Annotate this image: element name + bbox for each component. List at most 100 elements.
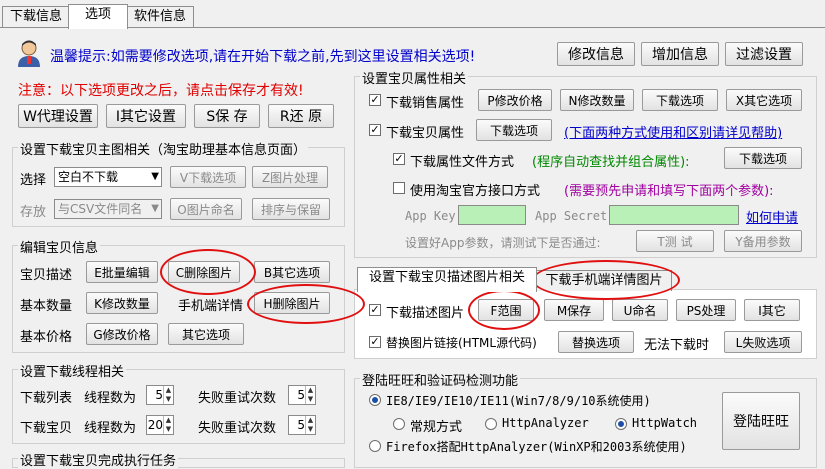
o-image-rename-button[interactable]: O图片命名 [170, 198, 242, 220]
modify-info-button[interactable]: 修改信息 [557, 42, 635, 66]
firefox-radio-label: Firefox搭配HttpAnalyzer(WinXP和2003系统使用) [386, 440, 687, 454]
proxy-settings-button[interactable]: W代理设置 [18, 104, 98, 128]
list-label: 下载列表 [20, 391, 73, 406]
tab-options[interactable]: 选项 [68, 4, 128, 29]
restore-button[interactable]: R还 原 [268, 104, 334, 128]
ie-radio[interactable] [369, 394, 381, 406]
cannot-download-label: 无法下载时 [644, 338, 710, 353]
desc-image-label: 下载描述图片 [386, 306, 465, 321]
h-delete-image-button[interactable]: H删除图片 [254, 292, 330, 314]
item-thread-label: 线程数为 [84, 421, 137, 436]
checkmark-icon: ✓ [370, 335, 380, 348]
normal-radio[interactable] [393, 418, 405, 430]
app-secret-input[interactable] [609, 205, 739, 225]
sales-attr-label: 下载销售属性 [386, 96, 465, 111]
u-name-button[interactable]: U命名 [612, 299, 668, 321]
spin-arrows-icon[interactable]: ▲ ▼ [305, 416, 315, 434]
item-attr-label: 下载宝贝属性 [386, 126, 465, 141]
item-thread-stepper[interactable]: 20 ▲ ▼ [146, 415, 174, 435]
delete-image-button[interactable]: C删除图片 [168, 261, 240, 283]
main-image-select[interactable]: 空白不下载 ▼ [54, 167, 162, 187]
t-test-button[interactable]: T测 试 [636, 230, 714, 252]
v-download-options-button[interactable]: V下载选项 [170, 166, 246, 188]
price-label: 基本价格 [20, 330, 73, 345]
item-label: 下载宝贝 [20, 421, 73, 436]
b-other-options-button[interactable]: B其它选项 [254, 261, 330, 283]
sales-attr-checkbox[interactable]: ✓ [369, 94, 381, 106]
item-retry-value: 5 [297, 418, 305, 432]
replace-link-checkbox[interactable]: ✓ [369, 336, 381, 348]
api-mode-label: 使用淘宝官方接口方式 [410, 184, 541, 199]
file-mode-label: 下载属性文件方式 [410, 155, 515, 170]
i-other-button[interactable]: I其它 [744, 299, 800, 321]
l-fail-options-button[interactable]: L失败选项 [724, 331, 802, 353]
file-mode-download-options-button[interactable]: 下载选项 [724, 147, 802, 169]
how-to-apply-link[interactable]: 如何申请 [746, 207, 798, 226]
tab-desc-image[interactable]: 设置下载宝贝描述图片相关 [357, 267, 537, 292]
n-modify-qty-button[interactable]: N修改数量 [560, 89, 634, 111]
tip-text: 温馨提示:如需要修改选项,请在开始下载之前,先到这里设置相关选项! [50, 49, 476, 65]
desc-image-checkbox[interactable]: ✓ [369, 304, 381, 316]
httpwatch-radio[interactable] [615, 418, 627, 430]
file-mode-checkbox[interactable]: ✓ [393, 153, 405, 165]
sort-keep-button[interactable]: 排序与保留 [252, 198, 330, 220]
desc-label: 宝贝描述 [20, 268, 73, 283]
p-modify-price-button[interactable]: P修改价格 [478, 89, 552, 111]
sales-download-options-button[interactable]: 下载选项 [642, 89, 718, 111]
tab-download-info[interactable]: 下载信息 [2, 6, 70, 27]
api-mode-note: (需要预先申请和填写下面两个参数): [564, 184, 774, 199]
z-image-process-button[interactable]: Z图片处理 [252, 166, 328, 188]
item-attr-download-options-button[interactable]: 下载选项 [476, 119, 552, 141]
f-range-button[interactable]: F范围 [478, 299, 534, 321]
spin-arrows-icon[interactable]: ▲ ▼ [163, 386, 173, 404]
httpanalyzer-radio[interactable] [485, 418, 497, 430]
user-avatar-icon [14, 38, 44, 68]
k-modify-qty-button[interactable]: K修改数量 [86, 292, 158, 314]
help-link[interactable]: (下面两种方式使用和区别请详见帮助) [564, 122, 782, 141]
tab-mobile-detail-image[interactable]: 下载手机端详情图片 [536, 270, 672, 291]
spin-arrows-icon[interactable]: ▲ ▼ [163, 416, 173, 434]
batch-edit-button[interactable]: E批量编辑 [86, 261, 158, 283]
api-mode-checkbox[interactable] [393, 182, 405, 194]
filter-settings-button[interactable]: 过滤设置 [725, 42, 803, 66]
select-label: 选择 [20, 173, 47, 188]
store-select[interactable]: 与CSV文件同名 ▼ [54, 199, 162, 219]
list-thread-stepper[interactable]: 5 ▲ ▼ [146, 385, 174, 405]
item-retry-label: 失败重试次数 [198, 421, 277, 436]
httpwatch-radio-label: HttpWatch [632, 416, 698, 430]
login-wangwang-button[interactable]: 登陆旺旺 [722, 392, 800, 450]
app-key-label: App Key [405, 209, 456, 223]
normal-radio-label: 常规方式 [410, 420, 463, 435]
thread-group-title: 设置下载线程相关 [18, 361, 127, 380]
spin-arrows-icon[interactable]: ▲ ▼ [305, 386, 315, 404]
item-thread-value: 20 [147, 418, 163, 432]
replace-link-label: 替换图片链接(HTML源代码) [386, 336, 537, 350]
firefox-radio[interactable] [369, 440, 381, 452]
checkmark-icon: ✓ [370, 123, 380, 136]
main-image-select-value: 空白不下载 [58, 170, 119, 184]
m-save-button[interactable]: M保存 [544, 299, 604, 321]
tab-software-info[interactable]: 软件信息 [126, 6, 194, 27]
save-button[interactable]: S保 存 [194, 104, 260, 128]
g-modify-price-button[interactable]: G修改价格 [86, 323, 158, 345]
chevron-down-icon: ▼ [151, 203, 159, 214]
checkmark-icon: ✓ [394, 152, 404, 165]
list-retry-label: 失败重试次数 [198, 391, 277, 406]
other-options-button[interactable]: 其它选项 [168, 323, 244, 345]
app-key-input[interactable] [458, 205, 526, 225]
add-info-button[interactable]: 增加信息 [641, 42, 719, 66]
item-retry-stepper[interactable]: 5 ▲ ▼ [288, 415, 316, 435]
login-group-title: 登陆旺旺和验证码检测功能 [360, 370, 521, 389]
notice-text: 注意：以下选项更改之后，请点击保存才有效! [18, 83, 304, 99]
other-settings-button[interactable]: I其它设置 [106, 104, 186, 128]
main-image-group-title: 设置下载宝贝主图相关（淘宝助理基本信息页面） [18, 139, 309, 158]
replace-options-button[interactable]: 替换选项 [558, 331, 634, 353]
qty-label: 基本数量 [20, 299, 73, 314]
item-attr-checkbox[interactable]: ✓ [369, 124, 381, 136]
y-backup-params-button[interactable]: Y备用参数 [724, 230, 802, 252]
attrs-group-title: 设置宝贝属性相关 [360, 68, 469, 87]
x-other-options-button[interactable]: X其它选项 [726, 89, 802, 111]
ps-process-button[interactable]: PS处理 [676, 299, 736, 321]
list-retry-stepper[interactable]: 5 ▲ ▼ [288, 385, 316, 405]
chevron-down-icon: ▼ [151, 171, 159, 182]
